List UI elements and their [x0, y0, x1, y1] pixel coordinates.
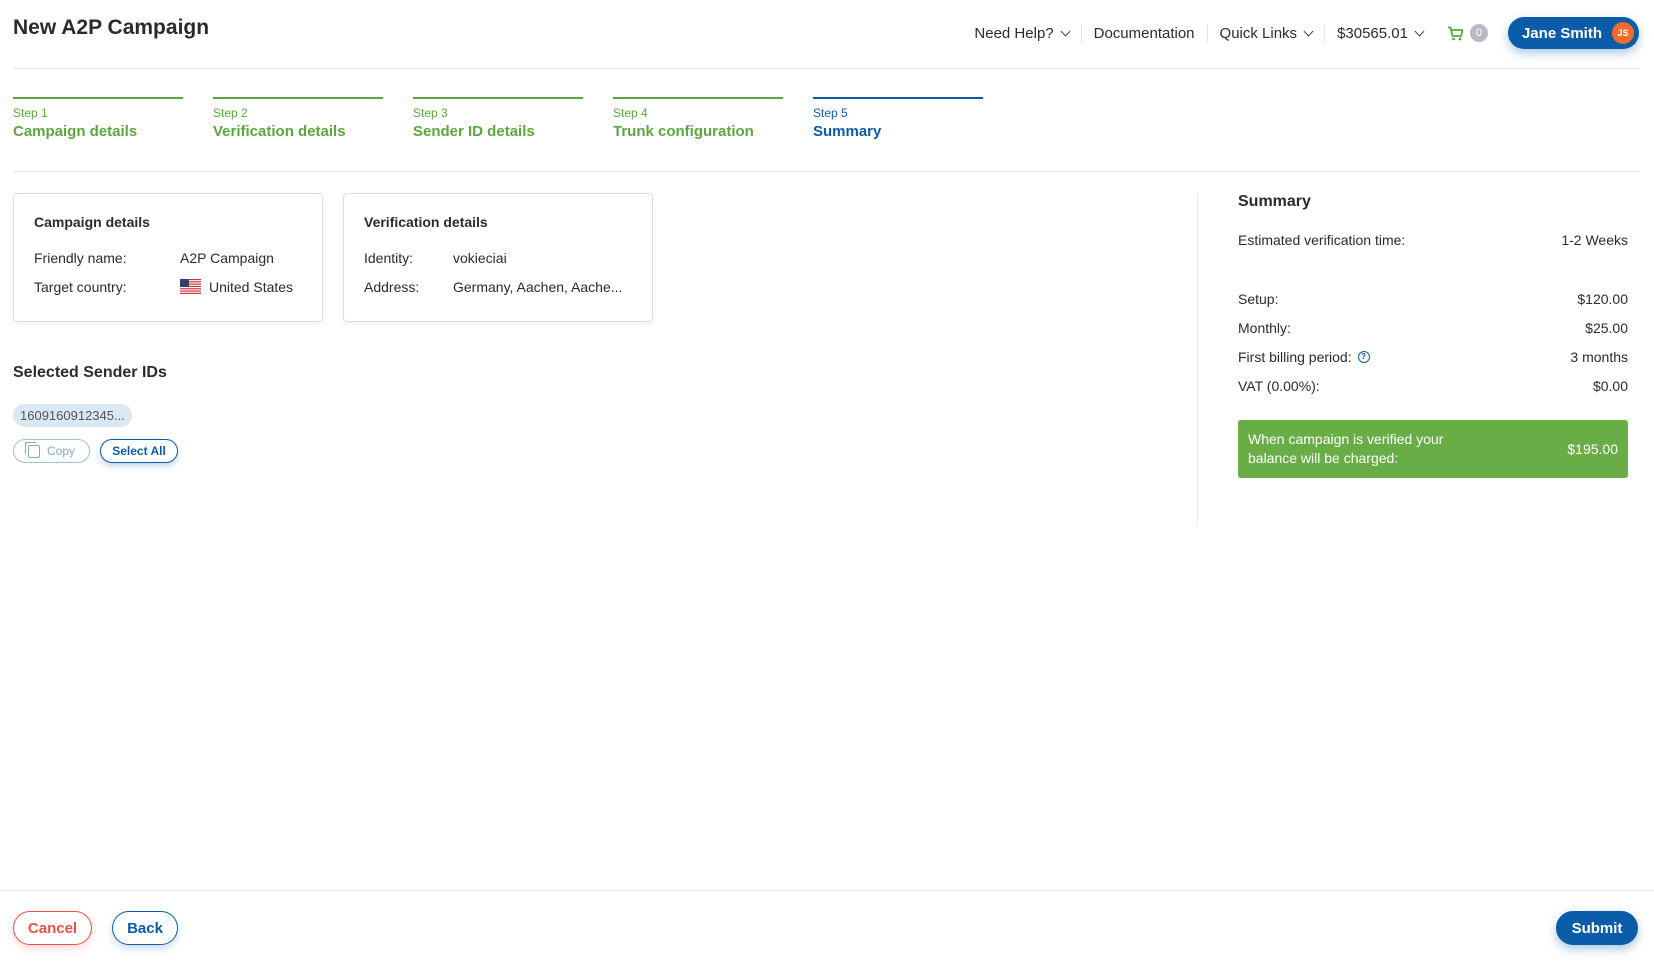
sender-id-chip[interactable]: 1609160912345... [13, 404, 132, 427]
quick-links-menu[interactable]: Quick Links [1208, 24, 1326, 42]
address-row: Address: Germany, Aachen, Aache... [364, 272, 632, 301]
documentation-label: Documentation [1093, 24, 1195, 42]
need-help-menu[interactable]: Need Help? [962, 24, 1082, 42]
select-all-button[interactable]: Select All [100, 439, 178, 463]
step-name: Summary [813, 123, 882, 140]
selected-sender-ids-title: Selected Sender IDs [13, 364, 167, 381]
monthly-row: Monthly: $25.00 [1238, 313, 1628, 342]
need-help-label: Need Help? [974, 24, 1054, 42]
campaign-details-card: Campaign details Friendly name: A2P Camp… [13, 193, 323, 322]
monthly-value: $25.00 [1585, 319, 1628, 336]
vat-label: VAT (0.00%): [1238, 377, 1320, 394]
billing-period-label: First billing period: [1238, 348, 1352, 365]
estimated-time-label: Estimated verification time: [1238, 231, 1406, 248]
verification-details-card: Verification details Identity: vokieciai… [343, 193, 653, 322]
step-summary[interactable]: Step 5 Summary [813, 97, 983, 140]
billing-period-label-wrap: First billing period: ? [1238, 349, 1370, 365]
summary-title: Summary [1238, 193, 1311, 210]
chevron-down-icon [1414, 26, 1425, 36]
help-icon[interactable]: ? [1357, 350, 1370, 363]
estimated-time-value: 1-2 Weeks [1561, 231, 1628, 248]
friendly-name-row: Friendly name: A2P Campaign [34, 243, 302, 272]
step-verification-details[interactable]: Step 2 Verification details [213, 97, 383, 140]
footer-divider [0, 890, 1654, 891]
vat-value: $0.00 [1592, 377, 1628, 394]
stepper: Step 1 Campaign details Step 2 Verificat… [13, 97, 1013, 140]
step-number: Step 4 [613, 106, 648, 120]
target-country-value-wrap: United States [180, 279, 293, 295]
submit-button[interactable]: Submit [1556, 911, 1638, 945]
step-number: Step 1 [13, 106, 48, 120]
chevron-down-icon [1060, 26, 1071, 36]
card-title: Campaign details [34, 214, 150, 230]
chevron-down-icon [1303, 26, 1314, 36]
copy-button[interactable]: Copy [13, 439, 90, 463]
monthly-label: Monthly: [1238, 319, 1291, 336]
identity-value: vokieciai [453, 249, 507, 266]
avatar: JS [1612, 22, 1634, 44]
target-country-label: Target country: [34, 278, 127, 295]
documentation-link[interactable]: Documentation [1082, 24, 1208, 42]
billing-period-row: First billing period: ? 3 months [1238, 342, 1628, 371]
cart-count-badge: 0 [1469, 24, 1488, 42]
charge-banner: When campaign is verified your balance w… [1238, 420, 1628, 478]
target-country-value: United States [209, 278, 294, 295]
step-number: Step 3 [413, 106, 448, 120]
charge-total: $195.00 [1567, 441, 1618, 457]
app-header: New A2P Campaign Need Help? Documentatio… [0, 0, 1654, 69]
us-flag-icon [180, 279, 201, 294]
top-nav: Need Help? Documentation Quick Links $30… [962, 16, 1639, 50]
summary-divider [1197, 193, 1198, 523]
friendly-name-value: A2P Campaign [180, 249, 274, 266]
step-name: Verification details [213, 123, 346, 140]
address-value: Germany, Aachen, Aache... [453, 278, 623, 295]
step-name: Campaign details [13, 123, 138, 140]
identity-label: Identity: [364, 249, 414, 266]
user-menu-button[interactable]: Jane Smith JS [1507, 17, 1639, 49]
balance-menu[interactable]: $30565.01 [1325, 24, 1435, 42]
charge-message: When campaign is verified your balance w… [1248, 431, 1444, 466]
summary-panel: Summary Estimated verification time: 1-2… [1238, 193, 1628, 478]
step-name: Sender ID details [413, 123, 535, 140]
back-button[interactable]: Back [112, 911, 178, 945]
copy-icon [24, 441, 40, 458]
step-number: Step 5 [813, 106, 848, 120]
estimated-time-row: Estimated verification time: 1-2 Weeks [1238, 225, 1628, 254]
step-sender-id-details[interactable]: Step 3 Sender ID details [413, 97, 583, 140]
header-divider [13, 68, 1639, 69]
cart-icon [1447, 26, 1464, 40]
stepper-divider [13, 171, 1639, 172]
step-number: Step 2 [213, 106, 248, 120]
user-name: Jane Smith [1521, 24, 1602, 42]
step-trunk-configuration[interactable]: Step 4 Trunk configuration [613, 97, 783, 140]
card-title: Verification details [364, 214, 488, 230]
target-country-row: Target country: United States [34, 272, 302, 301]
friendly-name-label: Friendly name: [34, 249, 127, 266]
setup-value: $120.00 [1577, 290, 1628, 307]
address-label: Address: [364, 278, 420, 295]
quick-links-label: Quick Links [1219, 24, 1298, 42]
cancel-button[interactable]: Cancel [13, 911, 92, 945]
billing-period-value: 3 months [1570, 348, 1628, 365]
step-name: Trunk configuration [613, 123, 754, 140]
setup-row: Setup: $120.00 [1238, 284, 1628, 313]
identity-row: Identity: vokieciai [364, 243, 632, 272]
copy-label: Copy [46, 444, 75, 458]
page-title: New A2P Campaign [13, 16, 210, 39]
step-campaign-details[interactable]: Step 1 Campaign details [13, 97, 183, 140]
balance-value: $30565.01 [1337, 24, 1408, 42]
cart-button[interactable]: 0 [1435, 24, 1500, 42]
vat-row: VAT (0.00%): $0.00 [1238, 371, 1628, 400]
setup-label: Setup: [1238, 290, 1279, 307]
